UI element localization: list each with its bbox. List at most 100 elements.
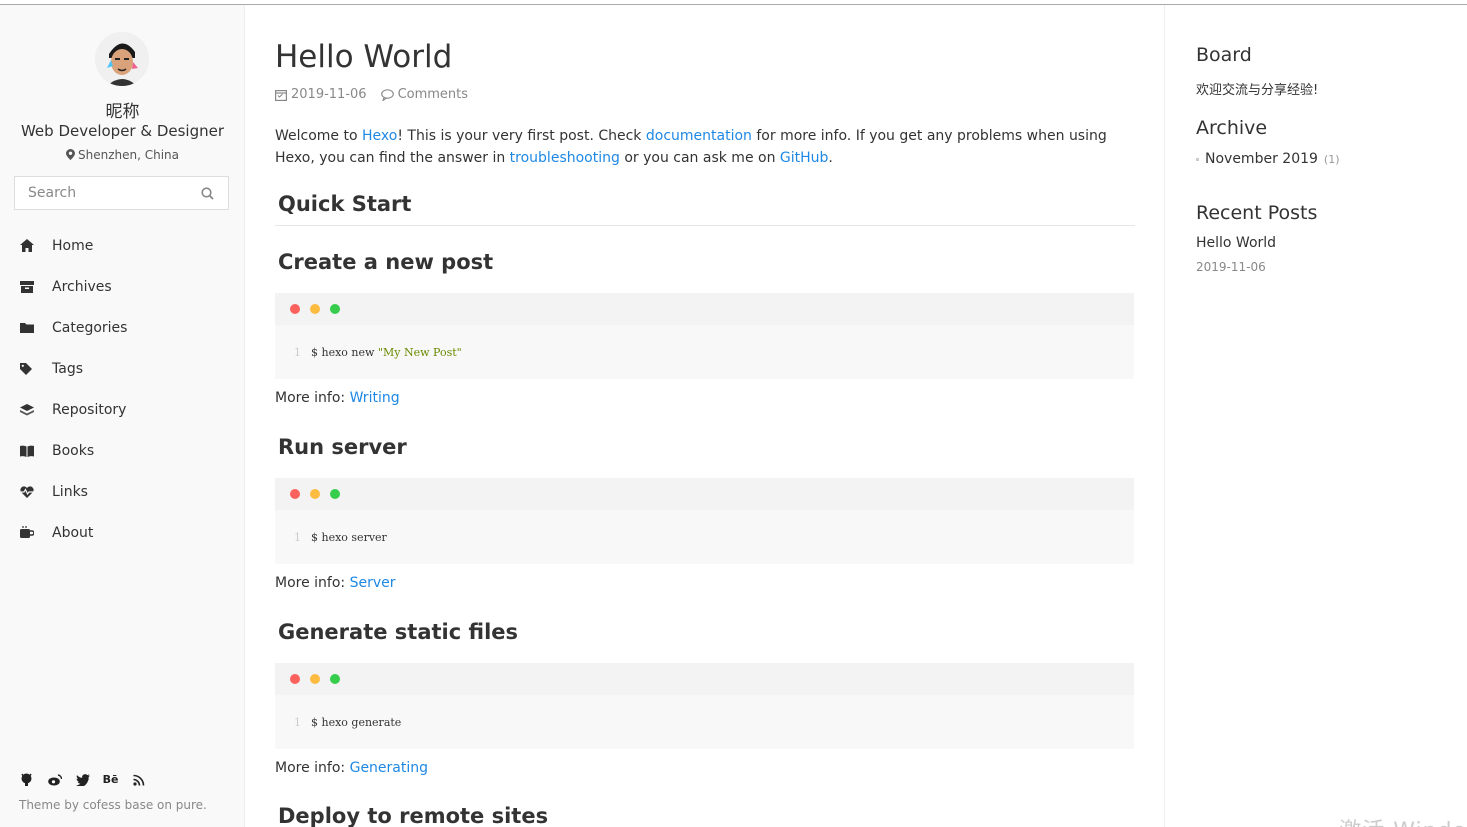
- post-comments[interactable]: Comments: [380, 87, 468, 102]
- minimize-dot-icon: [310, 304, 320, 314]
- recent-post-link[interactable]: Hello World: [1196, 235, 1276, 251]
- nav-item-repository[interactable]: Repository: [0, 389, 245, 430]
- code-block: 1 $ hexo generate: [275, 663, 1134, 749]
- line-number: 1: [294, 715, 301, 729]
- calendar-icon: [275, 89, 287, 101]
- nav-item-archives[interactable]: Archives: [0, 266, 245, 307]
- maximize-dot-icon: [330, 489, 340, 499]
- archive-icon: [19, 279, 35, 295]
- nickname: 昵称: [105, 102, 140, 122]
- avatar[interactable]: [95, 32, 149, 86]
- board-title: Board: [1196, 44, 1252, 66]
- post-meta: 2019-11-06 Comments: [275, 87, 468, 102]
- more-info-label: More info:: [275, 575, 350, 591]
- coffee-icon: [19, 525, 35, 541]
- line-number: 1: [294, 345, 301, 359]
- role-text: Web Developer & Designer: [20, 122, 225, 140]
- code-window-bar: [275, 293, 1134, 325]
- bullet-icon: [1196, 157, 1199, 161]
- nav-item-about[interactable]: About: [0, 512, 245, 553]
- writing-link[interactable]: Writing: [350, 390, 400, 406]
- code-command: $ hexo server: [311, 530, 387, 544]
- search-icon[interactable]: [201, 187, 214, 200]
- heading-run-server: Run server: [278, 435, 407, 459]
- folder-icon: [19, 320, 35, 336]
- archive-count: (1): [1323, 152, 1340, 166]
- archive-title: Archive: [1196, 117, 1268, 139]
- minimize-dot-icon: [310, 674, 320, 684]
- heading-generate-static: Generate static files: [278, 620, 519, 644]
- recent-posts-title: Recent Posts: [1196, 202, 1318, 224]
- activation-watermark: 激活 Windo: [1339, 813, 1467, 827]
- hexo-link[interactable]: Hexo: [362, 128, 397, 144]
- more-info-label: More info:: [275, 390, 350, 406]
- theme-credit: Theme by cofess base on pure.: [19, 798, 207, 812]
- social-links: Bē: [19, 772, 146, 787]
- more-info-label: More info:: [275, 760, 350, 776]
- search-box: [14, 176, 229, 210]
- comment-icon: [380, 88, 394, 101]
- home-icon: [19, 238, 35, 254]
- maximize-dot-icon: [330, 304, 340, 314]
- comments-link[interactable]: Comments: [398, 87, 468, 102]
- nav-label-tags: Tags: [52, 360, 83, 377]
- server-link[interactable]: Server: [350, 575, 396, 591]
- heading-deploy: Deploy to remote sites: [278, 804, 549, 827]
- intro-text: Welcome to: [275, 128, 362, 144]
- nav-item-home[interactable]: Home: [0, 225, 245, 266]
- intro-paragraph: Welcome to Hexo! This is your very first…: [275, 125, 1135, 169]
- code-block: 1 $ hexo new "My New Post": [275, 293, 1134, 379]
- heading-divider: [275, 225, 1135, 226]
- intro-text: ! This is your very first post. Check: [397, 128, 646, 144]
- code-command: $ hexo generate: [311, 715, 402, 729]
- code-window-bar: [275, 478, 1134, 510]
- code-line[interactable]: 1 $ hexo new "My New Post": [275, 325, 1134, 379]
- troubleshooting-link[interactable]: troubleshooting: [510, 150, 620, 166]
- heading-create-post: Create a new post: [278, 250, 494, 274]
- maximize-dot-icon: [330, 674, 340, 684]
- github-link[interactable]: GitHub: [780, 150, 829, 166]
- nav-item-tags[interactable]: Tags: [0, 348, 245, 389]
- nav-label-links: Links: [52, 483, 88, 500]
- close-dot-icon: [290, 304, 300, 314]
- recent-post-date: 2019-11-06: [1196, 260, 1266, 274]
- twitter-icon[interactable]: [75, 772, 90, 787]
- right-sidebar: Board 欢迎交流与分享经验! Archive November 2019 (…: [1164, 5, 1467, 827]
- archive-item[interactable]: November 2019 (1): [1196, 151, 1340, 167]
- code-line[interactable]: 1 $ hexo generate: [275, 695, 1134, 749]
- code-block: 1 $ hexo server: [275, 478, 1134, 564]
- layers-icon: [19, 402, 35, 418]
- more-info: More info: Generating: [275, 760, 428, 776]
- code-string: "My New Post": [377, 345, 462, 359]
- behance-icon[interactable]: Bē: [103, 772, 119, 787]
- generating-link[interactable]: Generating: [350, 760, 428, 776]
- post-date: 2019-11-06: [275, 87, 367, 102]
- close-dot-icon: [290, 489, 300, 499]
- line-number: 1: [294, 530, 301, 544]
- github-icon[interactable]: [19, 772, 34, 787]
- post-date-text: 2019-11-06: [291, 87, 367, 102]
- sidebar-nav: Home Archives Categories Tags Repository…: [0, 225, 245, 553]
- heartbeat-icon: [19, 484, 35, 500]
- rss-icon[interactable]: [131, 772, 146, 787]
- code-line[interactable]: 1 $ hexo server: [275, 510, 1134, 564]
- nav-label-repository: Repository: [52, 401, 127, 418]
- tags-icon: [19, 361, 35, 377]
- nav-item-links[interactable]: Links: [0, 471, 245, 512]
- nav-label-home: Home: [52, 237, 94, 254]
- nav-item-books[interactable]: Books: [0, 430, 245, 471]
- search-input[interactable]: [15, 177, 195, 209]
- nav-item-categories[interactable]: Categories: [0, 307, 245, 348]
- map-marker-icon: [65, 149, 75, 160]
- code-window-bar: [275, 663, 1134, 695]
- sidebar: 昵称 Web Developer & Designer Shenzhen, Ch…: [0, 5, 245, 827]
- more-info: More info: Server: [275, 575, 396, 591]
- archive-month[interactable]: November 2019: [1205, 151, 1318, 167]
- nav-label-books: Books: [52, 442, 95, 459]
- post-title[interactable]: Hello World: [275, 39, 452, 75]
- intro-text: or you can ask me on: [619, 150, 780, 166]
- location-text: Shenzhen, China: [77, 148, 179, 162]
- documentation-link[interactable]: documentation: [646, 128, 752, 144]
- more-info: More info: Writing: [275, 390, 400, 406]
- weibo-icon[interactable]: [47, 772, 62, 787]
